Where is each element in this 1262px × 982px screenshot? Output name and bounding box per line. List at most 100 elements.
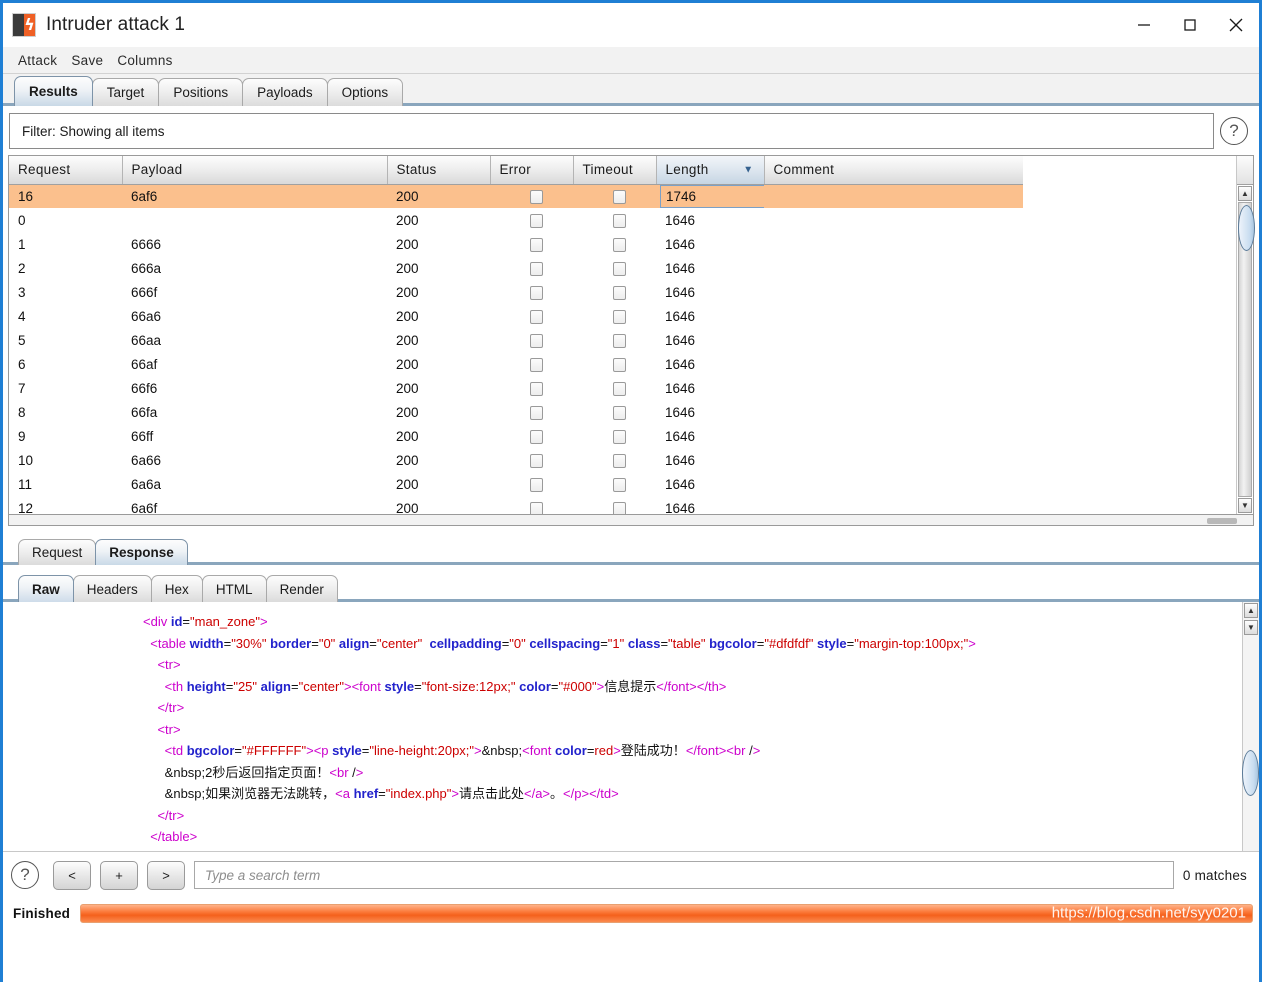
question-mark-icon[interactable]: ? — [1220, 117, 1248, 145]
cell-comment[interactable] — [764, 328, 1023, 352]
search-prev-button[interactable]: < — [53, 860, 91, 890]
error-checkbox[interactable] — [529, 333, 543, 348]
error-checkbox[interactable] — [529, 237, 543, 252]
table-row[interactable]: 16 6af6 200 1746 — [9, 184, 1023, 208]
scrollbar-track[interactable] — [1238, 202, 1255, 497]
timeout-checkbox[interactable] — [612, 237, 626, 252]
table-row[interactable]: 3 666f 200 1646 — [9, 280, 1023, 304]
splitter-grip[interactable] — [1207, 518, 1237, 524]
column-header-comment[interactable]: Comment — [764, 156, 1023, 185]
error-checkbox[interactable] — [529, 405, 543, 420]
cell-comment[interactable] — [764, 184, 1023, 208]
table-row[interactable]: 10 6a66 200 1646 — [9, 448, 1023, 472]
tab-request[interactable]: Request — [18, 539, 97, 565]
timeout-checkbox[interactable] — [612, 189, 626, 204]
search-input[interactable]: Type a search term — [194, 861, 1174, 889]
error-checkbox[interactable] — [529, 285, 543, 300]
response-raw-text[interactable]: <div id="man_zone"> <table width="30%" b… — [3, 602, 1242, 851]
cell-comment[interactable] — [764, 280, 1023, 304]
tab-target[interactable]: Target — [91, 78, 160, 106]
table-row[interactable]: 2 666a 200 1646 — [9, 256, 1023, 280]
results-panel-splitter[interactable] — [8, 515, 1254, 526]
table-row[interactable]: 12 6a6f 200 1646 — [9, 496, 1023, 514]
error-checkbox[interactable] — [529, 213, 543, 228]
scrollbar-thumb[interactable] — [1242, 750, 1259, 796]
table-row[interactable]: 5 66aa 200 1646 — [9, 328, 1023, 352]
timeout-checkbox[interactable] — [612, 453, 626, 468]
cell-comment[interactable] — [764, 376, 1023, 400]
timeout-checkbox[interactable] — [612, 429, 626, 444]
scrollbar-thumb[interactable] — [1238, 205, 1255, 251]
timeout-checkbox[interactable] — [612, 477, 626, 492]
cell-comment[interactable] — [764, 448, 1023, 472]
error-checkbox[interactable] — [529, 381, 543, 396]
tab-hex[interactable]: Hex — [150, 575, 203, 602]
filter-bar[interactable]: Filter: Showing all items — [9, 113, 1214, 149]
tab-payloads[interactable]: Payloads — [242, 78, 328, 106]
column-header-request[interactable]: Request — [9, 156, 123, 185]
error-checkbox[interactable] — [529, 477, 543, 492]
results-vertical-scrollbar[interactable]: ▲ ▼ — [1236, 156, 1255, 514]
table-row[interactable]: 4 66a6 200 1646 — [9, 304, 1023, 328]
timeout-checkbox[interactable] — [612, 285, 626, 300]
scroll-down-arrow-icon[interactable]: ▼ — [1244, 620, 1258, 635]
tab-raw[interactable]: Raw — [18, 575, 74, 602]
column-header-timeout[interactable]: Timeout — [573, 156, 657, 185]
error-checkbox[interactable] — [529, 261, 543, 276]
cell-comment[interactable] — [764, 232, 1023, 256]
cell-comment[interactable] — [764, 472, 1023, 496]
cell-comment[interactable] — [764, 304, 1023, 328]
error-checkbox[interactable] — [529, 189, 543, 204]
cell-comment[interactable] — [764, 256, 1023, 280]
response-vertical-scrollbar[interactable]: ▲ ▼ — [1242, 602, 1259, 851]
table-row[interactable]: 11 6a6a 200 1646 — [9, 472, 1023, 496]
timeout-checkbox[interactable] — [612, 501, 626, 514]
error-checkbox[interactable] — [529, 357, 543, 372]
timeout-checkbox[interactable] — [612, 261, 626, 276]
scroll-up-arrow-icon[interactable]: ▲ — [1238, 186, 1252, 201]
table-row[interactable]: 7 66f6 200 1646 — [9, 376, 1023, 400]
tab-response[interactable]: Response — [95, 539, 188, 565]
tab-options[interactable]: Options — [326, 78, 404, 106]
timeout-checkbox[interactable] — [612, 213, 626, 228]
table-row[interactable]: 8 66fa 200 1646 — [9, 400, 1023, 424]
table-row[interactable]: 6 66af 200 1646 — [9, 352, 1023, 376]
cell-comment[interactable] — [764, 424, 1023, 448]
table-row[interactable]: 0 200 1646 — [9, 208, 1023, 232]
tab-positions[interactable]: Positions — [158, 78, 244, 106]
tab-html[interactable]: HTML — [201, 575, 267, 602]
tab-results[interactable]: Results — [14, 76, 93, 106]
menu-item-save[interactable]: Save — [71, 53, 103, 68]
timeout-checkbox[interactable] — [612, 381, 626, 396]
cell-comment[interactable] — [764, 208, 1023, 232]
cell-comment[interactable] — [764, 400, 1023, 424]
timeout-checkbox[interactable] — [612, 333, 626, 348]
table-row[interactable]: 9 66ff 200 1646 — [9, 424, 1023, 448]
menu-item-attack[interactable]: Attack — [18, 53, 57, 68]
timeout-checkbox[interactable] — [612, 357, 626, 372]
column-header-payload[interactable]: Payload — [122, 156, 388, 185]
error-checkbox[interactable] — [529, 453, 543, 468]
error-checkbox[interactable] — [529, 429, 543, 444]
cell-comment[interactable] — [764, 352, 1023, 376]
tab-render[interactable]: Render — [265, 575, 338, 602]
search-add-button[interactable]: + — [100, 860, 138, 890]
error-checkbox[interactable] — [529, 309, 543, 324]
cell-comment[interactable] — [764, 496, 1023, 514]
column-header-length[interactable]: Length ▼ — [656, 156, 765, 185]
error-checkbox[interactable] — [529, 501, 543, 514]
close-icon[interactable] — [1213, 3, 1259, 47]
table-row[interactable]: 1 6666 200 1646 — [9, 232, 1023, 256]
minimize-icon[interactable] — [1121, 3, 1167, 47]
timeout-checkbox[interactable] — [612, 405, 626, 420]
search-next-button[interactable]: > — [147, 860, 185, 890]
maximize-icon[interactable] — [1167, 3, 1213, 47]
scroll-up-arrow-icon[interactable]: ▲ — [1244, 603, 1258, 618]
timeout-checkbox[interactable] — [612, 309, 626, 324]
column-header-status[interactable]: Status — [387, 156, 491, 185]
column-header-error[interactable]: Error — [490, 156, 574, 185]
scroll-down-arrow-icon[interactable]: ▼ — [1238, 498, 1252, 513]
tab-headers[interactable]: Headers — [72, 575, 152, 602]
question-mark-icon[interactable]: ? — [11, 861, 39, 889]
menu-item-columns[interactable]: Columns — [117, 53, 172, 68]
